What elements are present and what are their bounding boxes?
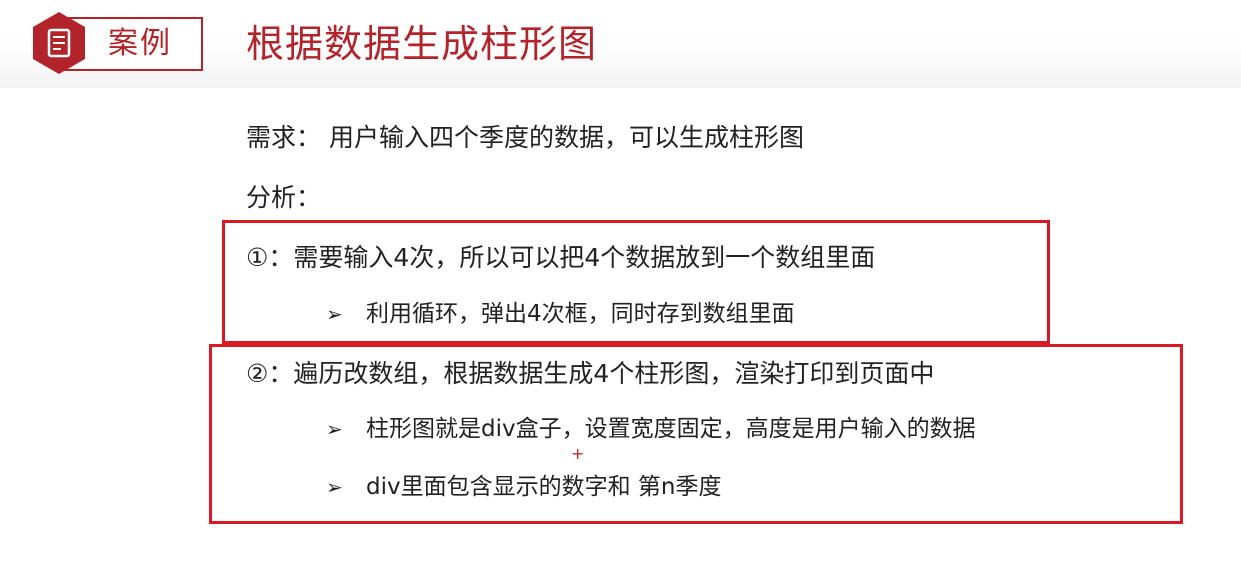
step2-bullet-2: div里面包含显示的数字和 第n季度 <box>366 474 722 500</box>
step1-text: ①：需要输入4次，所以可以把4个数据放到一个数组里面 <box>246 243 876 272</box>
requirement-text: 需求： 用户输入四个季度的数据，可以生成柱形图 <box>246 123 804 152</box>
step2-bullet-1: 柱形图就是div盒子，设置宽度固定，高度是用户输入的数据 <box>366 416 976 442</box>
step2-text: ②：遍历改数组，根据数据生成4个柱形图，渲染打印到页面中 <box>246 359 935 388</box>
crosshair-cursor-icon: + <box>571 444 585 463</box>
badge-label: 案例 <box>108 26 172 61</box>
slide: 案例 根据数据生成柱形图 需求： 用户输入四个季度的数据，可以生成柱形图 分析：… <box>0 0 1241 562</box>
document-icon <box>33 12 85 74</box>
arrowhead-bullet-icon: ➢ <box>326 417 343 441</box>
page-title: 根据数据生成柱形图 <box>246 22 598 66</box>
arrowhead-bullet-icon: ➢ <box>326 302 343 326</box>
analysis-label: 分析： <box>246 183 322 212</box>
step1-bullet-1: 利用循环，弹出4次框，同时存到数组里面 <box>366 301 795 327</box>
arrowhead-bullet-icon: ➢ <box>326 475 343 499</box>
